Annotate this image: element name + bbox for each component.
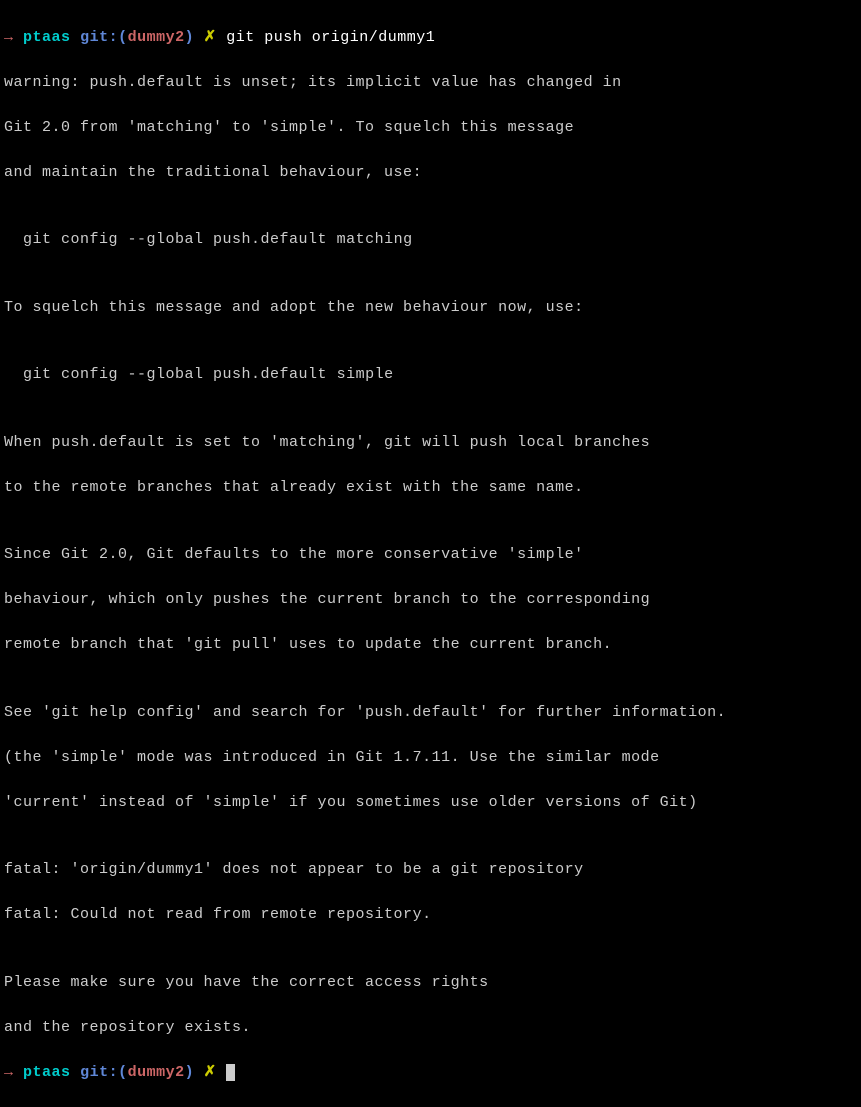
output-line: remote branch that 'git pull' uses to up… <box>4 634 857 657</box>
prompt-branch: dummy2 <box>128 1064 185 1081</box>
terminal-output[interactable]: → ptaas git:(dummy2) ✗ git push origin/d… <box>4 4 857 1107</box>
output-line: git config --global push.default simple <box>4 364 857 387</box>
prompt-git-label: git:( <box>80 29 128 46</box>
prompt-arrow: → <box>4 1064 14 1081</box>
output-line: fatal: Could not read from remote reposi… <box>4 904 857 927</box>
output-line: 'current' instead of 'simple' if you som… <box>4 792 857 815</box>
output-line: to the remote branches that already exis… <box>4 477 857 500</box>
prompt-git-label: git:( <box>80 1064 128 1081</box>
output-line: To squelch this message and adopt the ne… <box>4 297 857 320</box>
prompt-line-2: → ptaas git:(dummy2) ✗ <box>4 1062 857 1085</box>
cursor-icon[interactable] <box>226 1064 235 1081</box>
output-line: Please make sure you have the correct ac… <box>4 972 857 995</box>
prompt-git-close: ) <box>185 1064 195 1081</box>
prompt-arrow: → <box>4 29 14 46</box>
prompt-branch: dummy2 <box>128 29 185 46</box>
prompt-x: ✗ <box>204 29 217 46</box>
prompt-x: ✗ <box>204 1064 217 1081</box>
output-line: Since Git 2.0, Git defaults to the more … <box>4 544 857 567</box>
prompt-line-1: → ptaas git:(dummy2) ✗ git push origin/d… <box>4 27 857 50</box>
output-line: When push.default is set to 'matching', … <box>4 432 857 455</box>
output-line: git config --global push.default matchin… <box>4 229 857 252</box>
output-line: fatal: 'origin/dummy1' does not appear t… <box>4 859 857 882</box>
output-line: and the repository exists. <box>4 1017 857 1040</box>
output-line: warning: push.default is unset; its impl… <box>4 72 857 95</box>
output-line: and maintain the traditional behaviour, … <box>4 162 857 185</box>
output-line: Git 2.0 from 'matching' to 'simple'. To … <box>4 117 857 140</box>
output-line: behaviour, which only pushes the current… <box>4 589 857 612</box>
command-text: git push origin/dummy1 <box>226 29 435 46</box>
prompt-git-close: ) <box>185 29 195 46</box>
output-line: See 'git help config' and search for 'pu… <box>4 702 857 725</box>
output-line: (the 'simple' mode was introduced in Git… <box>4 747 857 770</box>
prompt-dir: ptaas <box>23 29 71 46</box>
prompt-dir: ptaas <box>23 1064 71 1081</box>
